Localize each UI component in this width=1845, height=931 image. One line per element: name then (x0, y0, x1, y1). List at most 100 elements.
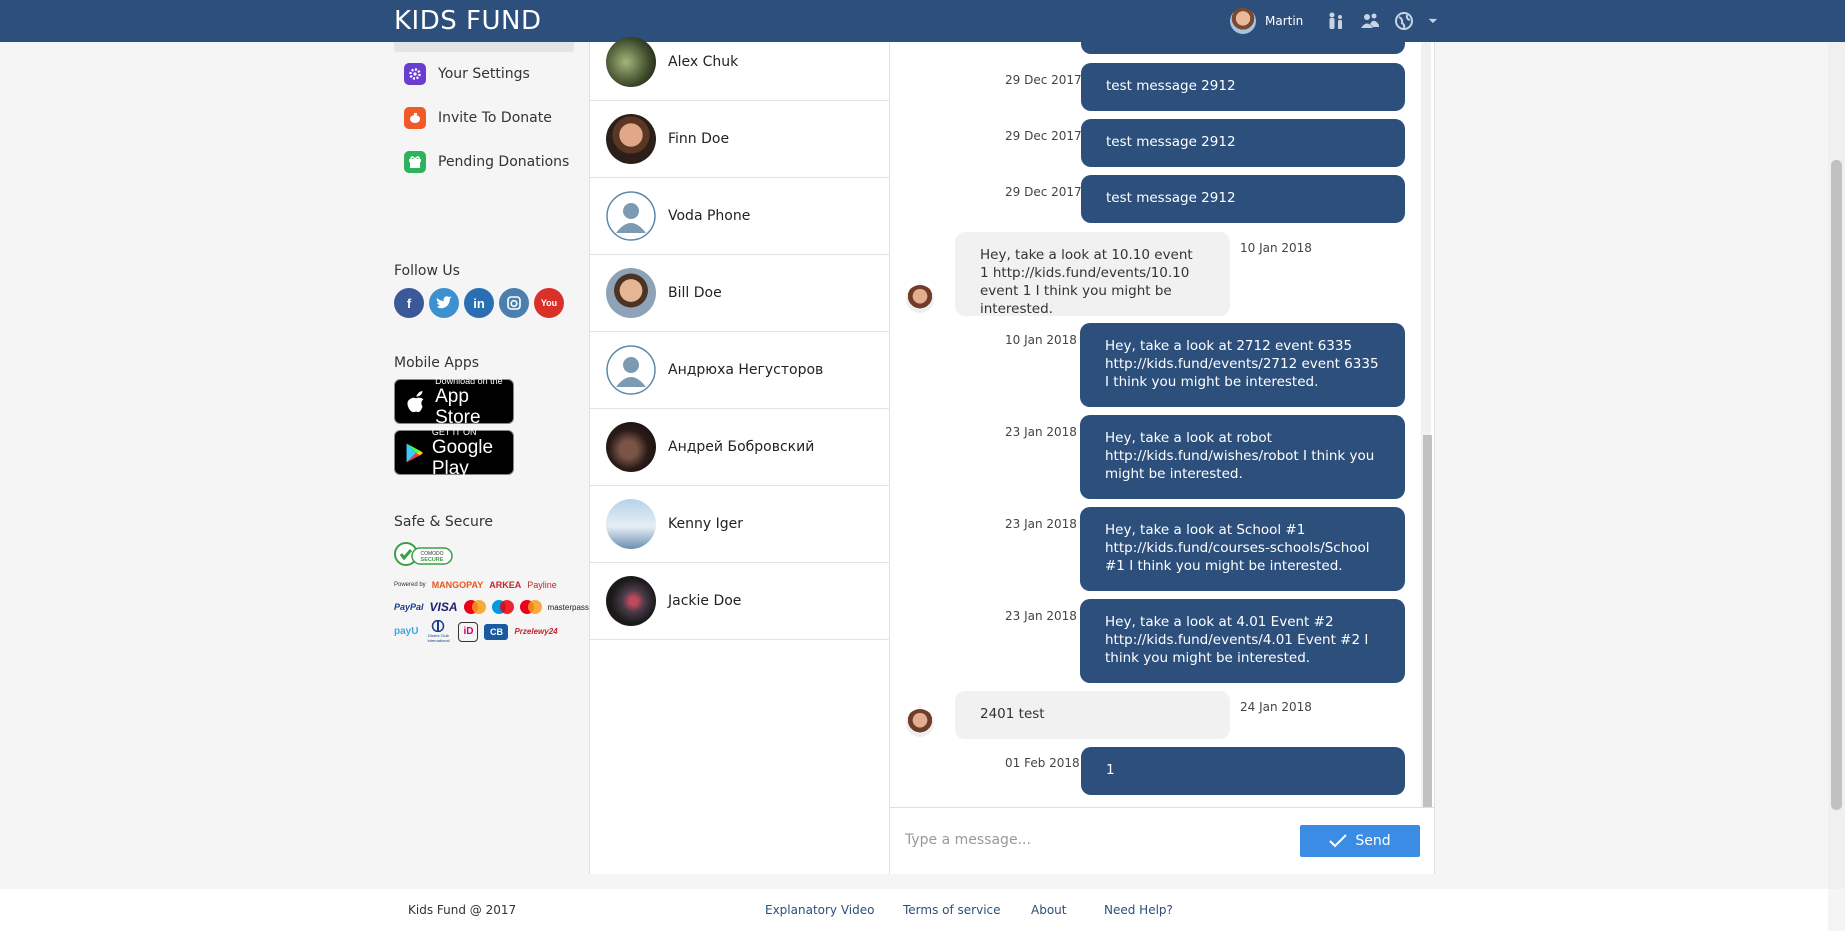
footer-copyright: Kids Fund @ 2017 (408, 903, 517, 917)
diners-club-logo: Diners Club International (424, 619, 452, 643)
globe-icon[interactable] (1394, 11, 1414, 31)
message-bubble-outgoing: Hey, take a look at School #1 http://kid… (1080, 507, 1405, 591)
send-button[interactable]: Send (1300, 825, 1420, 857)
payline-logo: Payline (527, 580, 557, 590)
follow-us-heading: Follow Us (394, 263, 460, 279)
safe-secure-heading: Safe & Secure (394, 514, 493, 530)
footer-link-terms[interactable]: Terms of service (903, 903, 1001, 917)
message-date: 29 Dec 2017 (1005, 73, 1082, 87)
message-date: 23 Jan 2018 (1005, 517, 1077, 531)
sender-avatar (906, 285, 934, 313)
piggy-bank-icon (404, 107, 426, 129)
user-name: Martin (1265, 14, 1304, 28)
message-date: 23 Jan 2018 (1005, 609, 1077, 623)
youtube-icon[interactable]: You (534, 288, 564, 318)
masterpass-icon (519, 600, 542, 614)
linkedin-icon[interactable]: in (464, 288, 494, 318)
contact-item-alex-chuk[interactable]: Alex Chuk (590, 24, 890, 101)
google-play-badge[interactable]: GET IT ON Google Play (394, 426, 514, 479)
contact-item-kenny-iger[interactable]: Kenny Iger (590, 486, 890, 563)
powered-by-label: Powered by (394, 582, 426, 588)
contact-avatar (606, 114, 656, 164)
gift-icon (404, 151, 426, 173)
sidebar-item-settings[interactable]: Your Settings (404, 63, 530, 85)
google-play-big-text: Google Play (431, 436, 494, 479)
chat-scrollbar-thumb[interactable] (1423, 435, 1432, 807)
contact-name: Андрей Бобровский (668, 439, 815, 455)
twitter-icon[interactable] (429, 288, 459, 318)
send-button-label: Send (1355, 833, 1391, 849)
mastercard-icon (463, 600, 486, 614)
app-store-badge[interactable]: Download on the App Store (394, 375, 514, 428)
footer-link-explanatory-video[interactable]: Explanatory Video (765, 903, 874, 917)
footer-link-help[interactable]: Need Help? (1104, 903, 1173, 917)
message-date: 24 Jan 2018 (1240, 700, 1312, 714)
default-avatar-icon (606, 345, 656, 395)
default-avatar-icon (606, 191, 656, 241)
page-scrollbar-thumb[interactable] (1831, 160, 1842, 810)
message-date: 01 Feb 2018 (1005, 756, 1080, 770)
contact-name: Андрюха Негусторов (668, 362, 824, 378)
sidebar-item-invite[interactable]: Invite To Donate (404, 107, 552, 129)
mangopay-logo: MANGOPAY (431, 580, 484, 590)
check-icon (1329, 834, 1348, 848)
contact-avatar (606, 499, 656, 549)
contact-item-bill-doe[interactable]: Bill Doe (590, 255, 890, 332)
gear-icon (404, 63, 426, 85)
contact-item-voda-phone[interactable]: Voda Phone (590, 178, 890, 255)
mobile-apps-heading: Mobile Apps (394, 355, 480, 371)
footer-link-about[interactable]: About (1031, 903, 1066, 917)
google-play-icon (406, 443, 424, 462)
contact-avatar (606, 37, 656, 87)
brand-logo[interactable]: KIDS FUND (394, 6, 541, 36)
paypal-logo: PayPal (394, 602, 424, 612)
app-store-small-text: Download on the (435, 375, 503, 386)
arkea-logo: ARKEA (489, 580, 522, 590)
message-bubble-outgoing: Hey, take a look at 4.01 Event #2 http:/… (1080, 599, 1405, 683)
contact-avatar (606, 576, 656, 626)
top-bar (0, 0, 1845, 42)
message-input[interactable] (905, 830, 1285, 850)
contact-name: Kenny Iger (668, 516, 743, 532)
sidebar-active-item-edge (394, 42, 574, 52)
dropdown-icon[interactable] (1428, 11, 1442, 31)
friends-icon[interactable] (1360, 11, 1380, 31)
message-bubble-outgoing: test message 2912 (1081, 63, 1405, 111)
conversation-list: Alex Chuk Finn Doe Voda Phone Bill Doe А… (589, 37, 890, 874)
message-bubble-incoming: Hey, take a look at 10.10 event 1 http:/… (955, 232, 1230, 317)
message-bubble-incoming: 2401 test (955, 691, 1230, 739)
maestro-icon (491, 600, 514, 614)
message-date: 23 Jan 2018 (1005, 425, 1077, 439)
contact-item-finn-doe[interactable]: Finn Doe (590, 101, 890, 178)
message-bubble-outgoing: Hey, take a look at 2712 event 6335 http… (1080, 323, 1405, 407)
user-menu[interactable]: Martin (1230, 8, 1303, 34)
message-bubble-outgoing: 1 (1081, 747, 1405, 795)
sidebar-item-label: Pending Donations (438, 154, 570, 170)
comodo-secure-seal: COMODO SECURE (394, 542, 453, 566)
contact-avatar (606, 268, 656, 318)
instagram-icon[interactable] (499, 288, 529, 318)
contact-item-jackie-doe[interactable]: Jackie Doe (590, 563, 890, 640)
comodo-secure-label: SECURE (421, 557, 444, 563)
kids-icon[interactable] (1326, 11, 1346, 31)
visa-logo: VISA (429, 600, 458, 614)
facebook-icon[interactable]: f (394, 288, 424, 318)
contact-name: Voda Phone (668, 208, 751, 224)
contact-name: Jackie Doe (668, 593, 742, 609)
contact-name: Alex Chuk (668, 54, 739, 70)
contact-name: Bill Doe (668, 285, 722, 301)
user-avatar (1230, 8, 1256, 34)
payu-logo: payU (394, 626, 419, 637)
google-play-small-text: GET IT ON (431, 426, 477, 437)
sidebar-item-label: Your Settings (438, 66, 530, 82)
sidebar-item-pending-donations[interactable]: Pending Donations (404, 151, 569, 173)
sender-avatar (906, 709, 934, 737)
ideal-logo: iD (458, 621, 479, 642)
message-date: 29 Dec 2017 (1005, 185, 1082, 199)
contact-item-andrey[interactable]: Андрей Бобровский (590, 409, 890, 486)
contact-item-andryukha[interactable]: Андрюха Негусторов (590, 332, 890, 409)
message-bubble-outgoing: Hey, take a look at robot http://kids.fu… (1080, 415, 1405, 499)
message-date: 29 Dec 2017 (1005, 129, 1082, 143)
diners-club-label: Diners Club International (427, 633, 450, 643)
message-date: 10 Jan 2018 (1240, 241, 1312, 255)
